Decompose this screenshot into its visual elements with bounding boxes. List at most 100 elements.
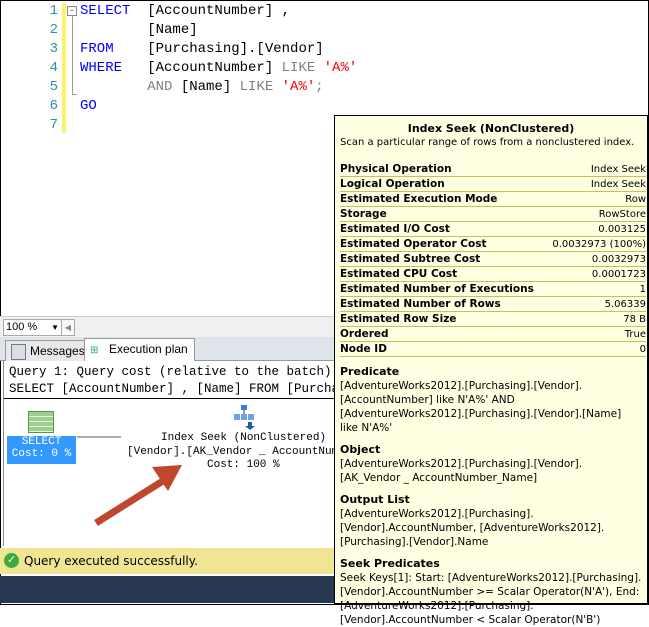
property-value: 5.06339 bbox=[546, 296, 646, 312]
code-line: SELECT [AccountNumber] , bbox=[80, 3, 290, 19]
tab-execution-plan[interactable]: ⊞ Execution plan bbox=[84, 338, 195, 361]
line-number: 7 bbox=[49, 117, 58, 133]
section-heading: Predicate bbox=[340, 365, 400, 378]
bottom-bar bbox=[0, 576, 335, 603]
collapse-icon[interactable]: − bbox=[67, 6, 77, 16]
results-tabs: Messages ⊞ Execution plan bbox=[0, 337, 335, 361]
tooltip-section: Seek Predicates Seek Keys[1]: Start: [Adv… bbox=[340, 557, 642, 627]
property-value: RowStore bbox=[546, 206, 646, 222]
code-line: GO bbox=[80, 98, 97, 114]
code-line: WHERE [AccountNumber] LIKE 'A%' bbox=[80, 60, 357, 76]
property-row: Estimated Operator Cost 0.0032973 (100%) bbox=[340, 236, 646, 252]
tooltip-title: Index Seek (NonClustered) bbox=[407, 122, 575, 135]
property-name: Ordered bbox=[340, 326, 547, 342]
select-node-icon bbox=[28, 411, 54, 433]
code-token: 'A%' bbox=[281, 79, 316, 95]
sql-editor[interactable]: − 1 SELECT [AccountNumber] , 2 [Name] 3 FROM… bbox=[0, 0, 357, 315]
execution-plan-pane: Query 1: Query cost (relative to the bat… bbox=[3, 361, 609, 546]
property-name: Physical Operation bbox=[340, 162, 547, 177]
section-text: [AdventureWorks2012].[Purchasing].[Vendo… bbox=[340, 380, 622, 434]
plan-connector bbox=[77, 436, 121, 438]
change-marker-bar bbox=[62, 3, 66, 133]
property-row: Estimated Execution Mode Row bbox=[340, 191, 646, 207]
property-value: 0.003125 bbox=[546, 221, 646, 237]
header-separator bbox=[4, 398, 336, 399]
code-line: [Name] bbox=[80, 22, 198, 38]
section-heading: Output List bbox=[340, 493, 410, 506]
code-line: AND [Name] LIKE 'A%'; bbox=[80, 79, 324, 95]
code-token: 'A%' bbox=[323, 60, 358, 76]
code-token: WHERE bbox=[80, 60, 148, 76]
property-value: 1 bbox=[546, 281, 646, 297]
property-name: Estimated I/O Cost bbox=[340, 221, 547, 237]
property-row: Ordered True bbox=[340, 326, 646, 342]
messages-icon bbox=[11, 344, 26, 360]
section-text: [AdventureWorks2012].[Purchasing].[Vendo… bbox=[340, 508, 605, 548]
scroll-left-button[interactable]: ◀ bbox=[61, 319, 75, 336]
property-name: Logical Operation bbox=[340, 176, 547, 192]
property-name: Estimated Number of Executions bbox=[340, 281, 547, 297]
code-token: [Purchasing].[Vendor] bbox=[147, 41, 324, 57]
zoom-select[interactable]: 100 % ▼ bbox=[3, 319, 63, 336]
status-text: Query executed successfully. bbox=[24, 554, 198, 568]
line-number: 6 bbox=[49, 98, 58, 114]
line-number: 1 bbox=[49, 3, 58, 19]
property-name: Estimated Subtree Cost bbox=[340, 251, 547, 267]
code-token: [AccountNumber] bbox=[147, 60, 282, 76]
property-name: Storage bbox=[340, 206, 547, 222]
code-token: AND bbox=[147, 79, 181, 95]
property-value: 0 bbox=[546, 341, 646, 357]
code-token: LIKE bbox=[239, 79, 282, 95]
property-name: Estimated Number of Rows bbox=[340, 296, 547, 312]
tooltip-section: Predicate [AdventureWorks2012].[Purchasin… bbox=[340, 365, 642, 435]
status-bar: ✓ Query executed successfully. bbox=[0, 548, 335, 574]
select-node[interactable]: SELECT Cost: 0 % bbox=[7, 436, 76, 464]
property-row: Physical Operation Index Seek bbox=[340, 162, 646, 177]
section-heading: Seek Predicates bbox=[340, 557, 440, 570]
line-number: 5 bbox=[49, 79, 58, 95]
property-row: Estimated CPU Cost 0.0001723 bbox=[340, 266, 646, 282]
fold-line-end bbox=[72, 94, 77, 95]
fold-line bbox=[72, 16, 73, 94]
index-seek-label[interactable]: Index Seek (NonClustered) bbox=[161, 432, 326, 444]
index-seek-cost: Cost: 100 % bbox=[207, 459, 280, 471]
property-row: Logical Operation Index Seek bbox=[340, 176, 646, 192]
execution-plan-icon: ⊞ bbox=[90, 345, 99, 356]
property-name: Estimated Row Size bbox=[340, 311, 547, 327]
property-row: Estimated Number of Executions 1 bbox=[340, 281, 646, 297]
tooltip-description: Scan a particular range of rows from a n… bbox=[340, 137, 635, 148]
line-number: 4 bbox=[49, 60, 58, 76]
property-row: Estimated Number of Rows 5.06339 bbox=[340, 296, 646, 312]
code-token: SELECT bbox=[80, 3, 148, 19]
tooltip-section: Object [AdventureWorks2012].[Purchasing].… bbox=[340, 443, 642, 485]
section-text: Seek Keys[1]: Start: [AdventureWorks2012… bbox=[340, 572, 642, 626]
line-number: 3 bbox=[49, 41, 58, 57]
code-token: LIKE bbox=[281, 60, 324, 76]
property-value: 78 B bbox=[546, 311, 646, 327]
property-name: Node ID bbox=[340, 341, 547, 357]
property-value: Index Seek bbox=[546, 176, 646, 192]
success-check-icon: ✓ bbox=[4, 553, 19, 568]
code-token: FROM bbox=[80, 41, 148, 57]
property-name: Estimated Execution Mode bbox=[340, 191, 547, 207]
tab-messages[interactable]: Messages bbox=[5, 340, 92, 361]
code-token: ; bbox=[315, 79, 324, 95]
select-node-cost: Cost: 0 % bbox=[11, 448, 72, 460]
property-name: Estimated CPU Cost bbox=[340, 266, 547, 282]
property-row: Estimated Row Size 78 B bbox=[340, 311, 646, 327]
properties-table: Physical Operation Index Seek Logical Oper… bbox=[340, 162, 646, 357]
code-token: [Name] bbox=[80, 22, 198, 38]
section-text: [AdventureWorks2012].[Purchasing].[Vendo… bbox=[340, 458, 583, 484]
property-value: Index Seek bbox=[546, 162, 646, 177]
chevron-down-icon: ▼ bbox=[51, 323, 59, 332]
property-value: Row bbox=[546, 191, 646, 207]
code-line: FROM [Purchasing].[Vendor] bbox=[80, 41, 324, 57]
property-value: True bbox=[546, 326, 646, 342]
arrow-annotation bbox=[94, 465, 182, 526]
index-seek-icon bbox=[233, 404, 255, 430]
tooltip-section: Output List [AdventureWorks2012].[Purchas… bbox=[340, 493, 642, 549]
operator-tooltip: Index Seek (NonClustered) Scan a particu… bbox=[334, 115, 648, 626]
property-row: Node ID 0 bbox=[340, 341, 646, 357]
section-heading: Object bbox=[340, 443, 381, 456]
